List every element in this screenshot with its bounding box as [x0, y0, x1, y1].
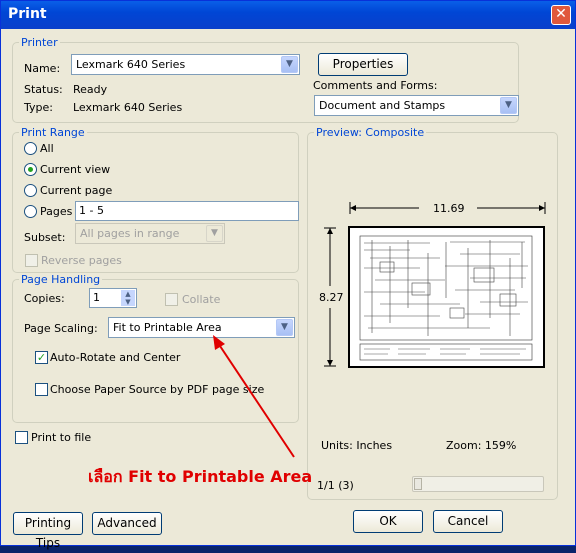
preview-height-label: 8.27 — [319, 291, 344, 304]
subset-label: Subset: — [24, 231, 66, 244]
preview-legend: Preview: Composite — [314, 126, 427, 139]
radio-current-page-label: Current page — [40, 184, 113, 197]
collate-label: Collate — [182, 293, 221, 306]
chevron-down-icon: ▼ — [206, 225, 223, 242]
window-title: Print — [8, 6, 47, 22]
title-bar: Print ✕ — [1, 1, 575, 29]
printer-type-value: Lexmark 640 Series — [73, 101, 183, 114]
page-counter: 1/1 (3) — [317, 479, 354, 492]
properties-button[interactable]: Properties — [318, 53, 408, 76]
chevron-down-icon: ▼ — [281, 56, 298, 73]
radio-current-view[interactable] — [24, 163, 37, 176]
radio-current-view-label: Current view — [40, 163, 111, 176]
radio-pages[interactable] — [24, 205, 37, 218]
collate-checkbox[interactable] — [165, 293, 178, 306]
advanced-button[interactable]: Advanced — [92, 512, 162, 535]
auto-rotate-checkbox[interactable]: ✓ — [35, 351, 48, 364]
auto-rotate-label: Auto-Rotate and Center — [50, 351, 181, 364]
comments-forms-value: Document and Stamps — [319, 99, 446, 112]
copies-label: Copies: — [24, 292, 65, 305]
print-range-legend: Print Range — [19, 126, 87, 139]
reverse-pages-checkbox[interactable] — [25, 254, 38, 267]
copies-value: 1 — [93, 291, 100, 304]
paper-source-checkbox[interactable] — [35, 383, 48, 396]
reverse-pages-label: Reverse pages — [41, 254, 122, 267]
annotation-text: เลือก Fit to Printable Area — [88, 467, 313, 486]
print-dialog: Print ✕ Printer Name: Lexmark 640 Series… — [0, 0, 576, 550]
printer-type-label: Type: — [24, 101, 53, 114]
radio-current-page[interactable] — [24, 184, 37, 197]
chevron-down-icon: ▼ — [276, 319, 293, 336]
printer-status-label: Status: — [24, 83, 63, 96]
radio-all[interactable] — [24, 142, 37, 155]
stepper-arrows-icon[interactable]: ▲ ▼ — [121, 290, 135, 306]
radio-pages-label: Pages — [40, 205, 73, 218]
radio-selected-dot — [28, 167, 33, 172]
chevron-down-icon: ▼ — [500, 97, 517, 114]
units-label: Units: Inches — [321, 439, 393, 452]
subset-value: All pages in range — [80, 227, 180, 240]
page-slider[interactable] — [412, 476, 544, 492]
print-to-file-checkbox[interactable] — [15, 431, 28, 444]
close-button[interactable]: ✕ — [551, 5, 571, 25]
close-icon: ✕ — [555, 6, 567, 22]
preview-width-label: 11.69 — [433, 202, 465, 215]
printer-name-select[interactable]: Lexmark 640 Series ▼ — [71, 54, 300, 75]
page-scaling-value: Fit to Printable Area — [113, 321, 222, 334]
page-preview — [348, 226, 545, 368]
schematic-thumbnail — [359, 235, 533, 361]
zoom-label: Zoom: 159% — [446, 439, 517, 452]
page-handling-legend: Page Handling — [19, 273, 103, 286]
paper-source-label: Choose Paper Source by PDF page size — [50, 383, 265, 396]
printer-name-label: Name: — [24, 62, 61, 75]
printer-name-value: Lexmark 640 Series — [76, 58, 186, 71]
slider-thumb[interactable] — [414, 478, 422, 490]
printer-status-value: Ready — [73, 83, 108, 96]
comments-forms-label: Comments and Forms: — [313, 79, 438, 92]
page-scaling-select[interactable]: Fit to Printable Area ▼ — [108, 317, 295, 338]
print-to-file-label: Print to file — [31, 431, 92, 444]
pages-input[interactable]: 1 - 5 — [75, 201, 299, 221]
printing-tips-button[interactable]: Printing Tips — [13, 512, 83, 550]
printer-legend: Printer — [19, 36, 60, 49]
radio-all-label: All — [40, 142, 54, 155]
subset-select[interactable]: All pages in range ▼ — [75, 223, 225, 244]
ok-button[interactable]: OK — [353, 510, 423, 533]
page-scaling-label: Page Scaling: — [24, 322, 98, 335]
cancel-button[interactable]: Cancel — [433, 510, 503, 533]
pages-input-value: 1 - 5 — [79, 204, 104, 217]
copies-stepper[interactable]: 1 ▲ ▼ — [89, 288, 137, 308]
comments-forms-select[interactable]: Document and Stamps ▼ — [314, 95, 519, 116]
